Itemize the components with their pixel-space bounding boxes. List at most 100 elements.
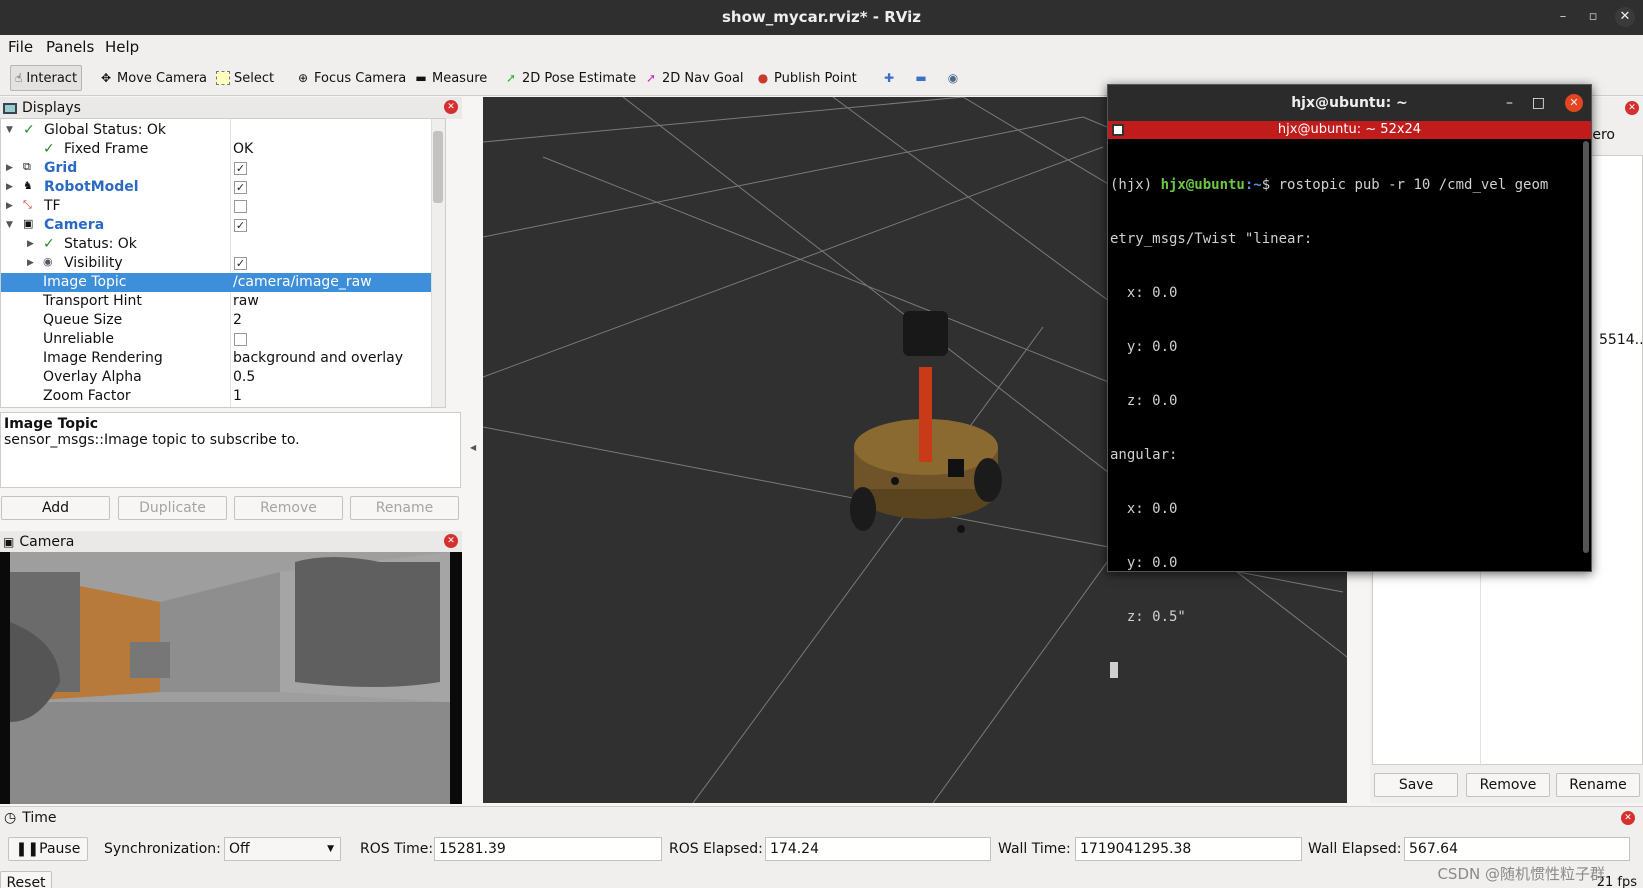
camera-icon: ▣ — [3, 535, 15, 549]
ros-time-field[interactable]: 15281.39 — [434, 837, 662, 861]
tree-row-overlay-alpha[interactable]: Overlay Alpha 0.5 — [1, 368, 431, 387]
menu-file[interactable]: File — [8, 38, 33, 56]
tree-row-tf[interactable]: ▶ ⤡ TF — [1, 197, 431, 216]
watermark: CSDN @随机惯性粒子群 — [1437, 865, 1605, 883]
plus-icon: ✚ — [883, 71, 895, 85]
prompt-command: $ rostopic pub -r 10 /cmd_vel geom — [1261, 177, 1549, 193]
terminal-line: z: 0.0 — [1110, 393, 1178, 409]
unreliable-checkbox[interactable] — [234, 333, 247, 346]
axes-icon: ⤡ — [23, 198, 32, 211]
time-panel-header: ◷ Time — [4, 810, 56, 826]
prompt-env: (hjx) — [1110, 177, 1161, 193]
close-icon[interactable]: ✕ — [1615, 7, 1635, 27]
crosshair-icon: ⊕ — [297, 71, 309, 85]
terminal-scrollbar[interactable] — [1583, 141, 1589, 553]
tree-row-image-rendering[interactable]: Image Rendering background and overlay — [1, 349, 431, 368]
menu-panels[interactable]: Panels — [46, 38, 94, 56]
focus-camera-button[interactable]: ⊕ Focus Camera — [292, 65, 410, 91]
camera-image-view[interactable] — [0, 552, 462, 804]
select-box-icon — [216, 71, 230, 85]
camera-panel-header: ▣ Camera ✕ — [0, 531, 462, 553]
maximize-icon[interactable]: ▫ — [1583, 7, 1603, 27]
collapsed-arrow-icon[interactable]: ▶ — [6, 201, 13, 211]
wall-elapsed-field[interactable]: 567.64 — [1404, 837, 1630, 861]
ros-elapsed-field[interactable]: 174.24 — [765, 837, 991, 861]
minimize-icon[interactable]: – — [1553, 7, 1573, 27]
tree-row-fixed-frame[interactable]: ✓ Fixed Frame OK — [1, 140, 431, 159]
terminal-line: y: 0.0 — [1110, 555, 1178, 571]
views-rename-button[interactable]: Rename — [1556, 773, 1640, 797]
zero-button-label[interactable]: ero — [1592, 127, 1615, 143]
views-cell-value: 5514... — [1599, 332, 1643, 348]
reset-button[interactable]: Reset — [0, 871, 52, 888]
tree-row-unreliable[interactable]: Unreliable — [1, 330, 431, 349]
remove-button[interactable]: Remove — [234, 496, 343, 520]
close-camera-panel-icon[interactable]: ✕ — [444, 534, 458, 548]
menu-help[interactable]: Help — [105, 38, 139, 56]
move-camera-button[interactable]: ✥ Move Camera — [95, 65, 211, 91]
tree-scrollbar[interactable] — [431, 119, 445, 407]
tree-scrollbar-thumb[interactable] — [433, 131, 443, 203]
pause-button[interactable]: ❚❚Pause — [8, 837, 88, 861]
terminal-tab[interactable]: hjx@ubuntu: ~ 52x24 — [1108, 121, 1591, 139]
terminal-output[interactable]: (hjx) hjx@ubuntu:~$ rostopic pub -r 10 /… — [1110, 140, 1570, 716]
pose-estimate-button[interactable]: ➚ 2D Pose Estimate — [500, 65, 640, 91]
splitter-handle-icon[interactable]: ◀ — [470, 443, 476, 452]
tree-row-robotmodel[interactable]: ▶ ♞ RobotModel ✓ — [1, 178, 431, 197]
collapsed-arrow-icon[interactable]: ▶ — [27, 258, 34, 268]
collapsed-arrow-icon[interactable]: ▶ — [6, 163, 13, 173]
interact-button[interactable]: ☝ Interact — [10, 65, 82, 91]
magenta-arrow-icon: ➚ — [645, 71, 657, 85]
views-remove-button[interactable]: Remove — [1466, 773, 1550, 797]
tree-row-camera-status[interactable]: ▶ ✓ Status: Ok — [1, 235, 431, 254]
tf-checkbox[interactable] — [234, 200, 247, 213]
rename-button[interactable]: Rename — [350, 496, 459, 520]
visibility-checkbox[interactable]: ✓ — [234, 257, 247, 270]
tree-row-grid[interactable]: ▶ ⧉ Grid ✓ — [1, 159, 431, 178]
terminal-maximize-icon[interactable]: □ — [1532, 85, 1545, 121]
grid-checkbox[interactable]: ✓ — [234, 162, 247, 175]
tree-row-camera[interactable]: ▼ ▣ Camera ✓ — [1, 216, 431, 235]
add-button[interactable]: Add — [1, 496, 110, 520]
terminal-minimize-icon[interactable]: – — [1506, 85, 1513, 121]
close-views-icon[interactable]: ✕ — [1625, 101, 1639, 115]
terminal-window[interactable]: hjx@ubuntu: ~ – □ ✕ hjx@ubuntu: ~ 52x24 … — [1107, 84, 1592, 678]
add-tool-button[interactable]: ✚ — [878, 65, 900, 91]
camera-checkbox[interactable]: ✓ — [234, 219, 247, 232]
move-icon: ✥ — [100, 71, 112, 85]
close-displays-icon[interactable]: ✕ — [444, 100, 458, 114]
tree-row-global-status[interactable]: ▼ ✓ Global Status: Ok — [1, 121, 431, 140]
pause-icon: ❚❚ — [15, 841, 40, 857]
expand-arrow-icon[interactable]: ▼ — [6, 125, 13, 135]
tree-row-transport-hint[interactable]: Transport Hint raw — [1, 292, 431, 311]
tree-row-zoom-factor[interactable]: Zoom Factor 1 — [1, 387, 431, 406]
measure-button[interactable]: ▬ Measure — [410, 65, 491, 91]
checkmark-icon: ✓ — [43, 236, 55, 252]
sync-select[interactable]: Off ▼ — [224, 837, 341, 861]
select-button[interactable]: Select — [212, 65, 278, 91]
wall-time-field[interactable]: 1719041295.38 — [1075, 837, 1302, 861]
publish-point-button[interactable]: ● Publish Point — [752, 65, 861, 91]
collapsed-arrow-icon[interactable]: ▶ — [6, 182, 13, 192]
eye-icon: ◉ — [43, 255, 53, 268]
wall-elapsed-label: Wall Elapsed: — [1308, 841, 1402, 857]
window-titlebar: show_mycar.rviz* - RViz – ▫ ✕ — [0, 0, 1643, 35]
terminal-close-icon[interactable]: ✕ — [1565, 94, 1583, 112]
nav-goal-button[interactable]: ➚ 2D Nav Goal — [640, 65, 748, 91]
remove-tool-button[interactable]: ▬ — [910, 65, 932, 91]
expand-arrow-icon[interactable]: ▼ — [6, 220, 13, 230]
tree-row-visibility[interactable]: ▶ ◉ Visibility ✓ — [1, 254, 431, 273]
save-button[interactable]: Save — [1374, 773, 1458, 797]
collapsed-arrow-icon[interactable]: ▶ — [27, 239, 34, 249]
ruler-icon: ▬ — [415, 71, 427, 85]
tree-row-image-topic[interactable]: Image Topic /camera/image_raw — [1, 273, 431, 292]
grid-icon: ⧉ — [23, 160, 31, 173]
wall-time-label: Wall Time: — [998, 841, 1071, 857]
tree-row-queue-size[interactable]: Queue Size 2 — [1, 311, 431, 330]
view-tool-button[interactable]: ◉ — [942, 65, 964, 91]
duplicate-button[interactable]: Duplicate — [118, 496, 227, 520]
robot-icon: ♞ — [23, 179, 33, 192]
terminal-prompt-line: (hjx) hjx@ubuntu:~$ rostopic pub -r 10 /… — [1110, 176, 1570, 194]
robotmodel-checkbox[interactable]: ✓ — [234, 181, 247, 194]
close-time-panel-icon[interactable]: ✕ — [1621, 811, 1635, 825]
